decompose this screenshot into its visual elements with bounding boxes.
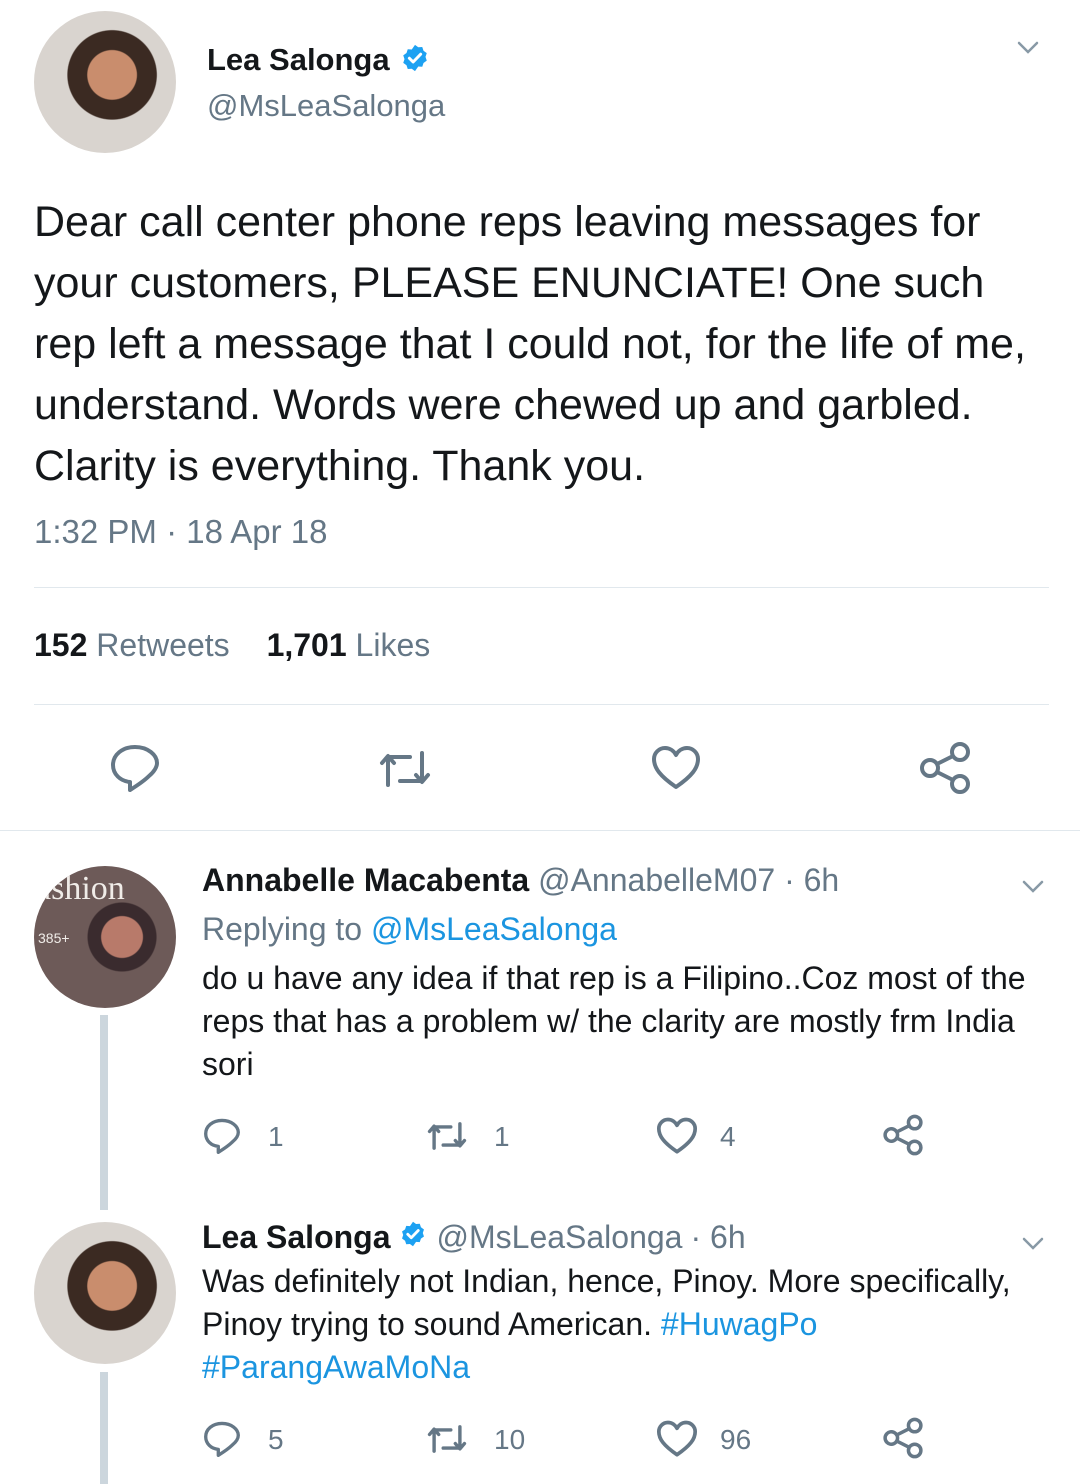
like-icon[interactable] [656,1117,698,1155]
retweet-count: 152 [34,627,88,663]
reply-icon[interactable] [202,1116,242,1156]
share-icon[interactable] [918,741,972,795]
verified-badge-icon [400,43,430,78]
reply-age: · 6h [690,1218,746,1255]
reply-age: · 6h [784,862,840,898]
author-handle[interactable]: @MsLeaSalonga [207,88,445,124]
reply-text: Was definitely not Indian, hence, Pinoy.… [202,1260,1052,1389]
retweet-icon[interactable] [376,747,434,791]
chevron-down-icon[interactable] [1017,41,1039,55]
likes-stat[interactable]: 1,701 Likes [267,627,431,663]
reply-text: do u have any idea if that rep is a Fili… [202,960,1026,1082]
like-count: 1,701 [266,627,347,663]
reply-text-body: Was definitely not Indian, hence, Pinoy.… [202,1263,1011,1342]
retweets-stat[interactable]: 152 Retweets [34,627,239,663]
avatar[interactable] [34,1222,176,1364]
avatar[interactable]: ashion 385+ [34,866,176,1008]
reply-icon[interactable] [108,743,162,793]
share-icon[interactable] [882,1114,924,1156]
replying-to-line: Replying to @MsLeaSalonga [202,911,617,948]
reply-author-handle[interactable]: @AnnabelleM07 [538,862,775,898]
share-icon[interactable] [882,1417,924,1459]
retweet-count: 1 [494,1121,510,1152]
section-divider [0,830,1080,831]
retweet-icon[interactable] [425,1422,469,1456]
hashtag-link[interactable]: #HuwagPo [661,1306,818,1342]
reply-author-handle[interactable]: @MsLeaSalonga [437,1219,683,1256]
author-name[interactable]: Lea Salonga [207,42,390,78]
divider [34,587,1049,588]
like-count: 4 [720,1121,736,1152]
chevron-down-icon[interactable] [1022,880,1044,894]
reply-icon[interactable] [202,1419,242,1459]
thread-line [100,1015,108,1210]
tweet-timestamp[interactable]: 1:32 PM · 18 Apr 18 [34,513,328,551]
verified-badge-icon [399,1219,427,1256]
retweet-count: 10 [494,1424,526,1455]
avatar-magazine-tag: 385+ [38,930,70,946]
replying-to-label: Replying to [202,911,363,947]
divider [34,704,1049,705]
tweet-text: Dear call center phone reps leaving mess… [34,198,1026,490]
replying-to-handle[interactable]: @MsLeaSalonga [371,911,617,947]
reply-count: 1 [268,1121,284,1152]
hashtag-link[interactable]: #ParangAwaMoNa [202,1349,470,1385]
avatar-magazine-title: ashion [36,870,125,907]
author-name-row: Lea Salonga [207,40,430,80]
like-icon[interactable] [651,745,701,791]
chevron-down-icon[interactable] [1022,1237,1044,1251]
like-icon[interactable] [656,1420,698,1458]
reply-count: 5 [268,1424,284,1455]
avatar[interactable] [34,11,176,153]
thread-line [100,1372,108,1484]
reply-header: Lea Salonga @MsLeaSalonga · 6h [202,1217,746,1257]
reply-author-name[interactable]: Lea Salonga [202,1219,391,1256]
reply-author-name[interactable]: Annabelle Macabenta [202,862,529,898]
engagement-stats: 152 Retweets 1,701 Likes [34,627,430,664]
retweet-label: Retweets [96,627,230,663]
like-label: Likes [355,627,431,663]
like-count: 96 [720,1424,752,1455]
reply-header: Annabelle Macabenta @AnnabelleM07 · 6h [202,862,839,899]
retweet-icon[interactable] [425,1119,469,1153]
